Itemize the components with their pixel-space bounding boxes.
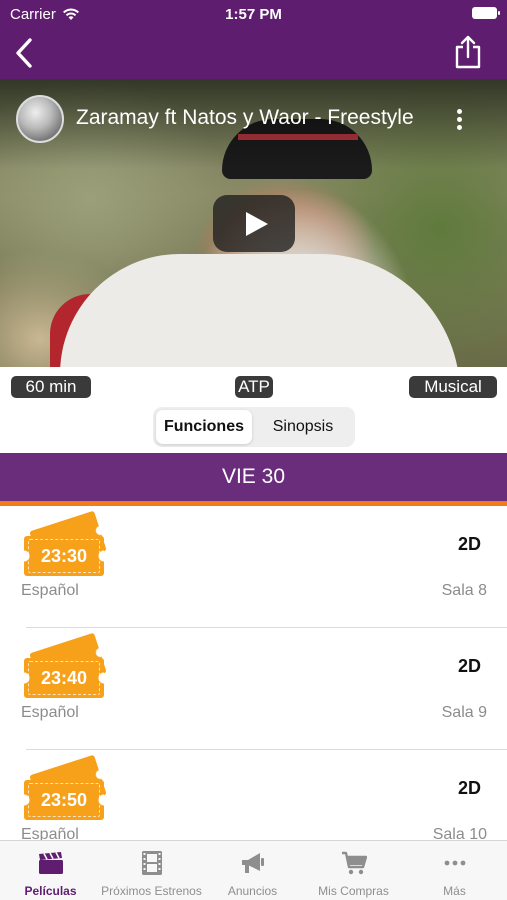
tab-label: Anuncios [227, 884, 278, 898]
tab-mis-compras[interactable]: Mis Compras [303, 841, 404, 900]
tab-label: Próximos Estrenos [101, 884, 202, 898]
day-header: VIE 30 [0, 453, 507, 501]
showtime-format: 2D [457, 778, 481, 798]
tab-label: Películas [24, 884, 77, 898]
tab-bar: Películas Próximos Estrenos Anuncios Mis… [0, 840, 507, 900]
back-button[interactable] [10, 36, 40, 70]
battery-icon [472, 7, 500, 19]
video-player[interactable]: Zaramay ft Natos y Waor - Freestyle [0, 79, 507, 367]
chevron-left-icon [16, 38, 32, 68]
clapperboard-icon [39, 852, 63, 874]
showtime-row[interactable]: 23:50 2D Español Sala 10 [0, 750, 507, 840]
more-vertical-icon[interactable] [451, 109, 467, 137]
tab-mas[interactable]: Más [404, 841, 505, 900]
top-bar: Carrier 1:57 PM [0, 0, 507, 79]
ticket-icon: 23:40 [22, 632, 107, 702]
video-title[interactable]: Zaramay ft Natos y Waor - Freestyle [76, 106, 446, 130]
ticket-icon: 23:50 [22, 754, 107, 824]
rating-badge: ATP [235, 376, 273, 398]
status-bar: Carrier 1:57 PM [0, 0, 507, 28]
more-horizontal-icon [444, 860, 466, 866]
tab-label: Más [443, 884, 466, 898]
genre-badge: Musical [409, 376, 497, 398]
showtime-format: 2D [457, 656, 481, 676]
share-icon [455, 35, 481, 69]
showtime-language: Español [21, 826, 79, 840]
status-time: 1:57 PM [225, 6, 282, 23]
showtime-row[interactable]: 23:30 2D Español Sala 8 [0, 506, 507, 628]
showtime-language: Español [21, 582, 79, 599]
showtime-time: 23:40 [24, 658, 104, 698]
duration-badge: 60 min [11, 376, 91, 398]
tab-label: Mis Compras [318, 884, 389, 898]
tab-sinopsis[interactable]: Sinopsis [254, 410, 352, 444]
tab-peliculas[interactable]: Películas [0, 841, 101, 900]
share-button[interactable] [453, 34, 483, 70]
film-strip-icon [142, 851, 162, 875]
showtime-language: Español [21, 704, 79, 721]
segmented-control: Funciones Sinopsis [153, 407, 355, 447]
app-screen: Carrier 1:57 PM Zaramay ft Natos y Waor … [0, 0, 507, 900]
showtime-format: 2D [457, 534, 481, 554]
tab-proximos-estrenos[interactable]: Próximos Estrenos [101, 841, 202, 900]
showtime-row[interactable]: 23:40 2D Español Sala 9 [0, 628, 507, 750]
showtimes-list: 23:30 2D Español Sala 8 23:40 2D Español… [0, 506, 507, 840]
tab-anuncios[interactable]: Anuncios [202, 841, 303, 900]
cart-icon [342, 851, 367, 875]
showtime-room: Sala 10 [432, 826, 487, 840]
channel-avatar[interactable] [16, 95, 64, 143]
play-button[interactable] [213, 195, 295, 252]
showtime-room: Sala 9 [441, 704, 487, 721]
showtime-time: 23:30 [24, 536, 104, 576]
video-frame-subject [60, 254, 460, 367]
tab-funciones[interactable]: Funciones [156, 410, 252, 444]
ticket-icon: 23:30 [22, 510, 107, 580]
showtime-time: 23:50 [24, 780, 104, 820]
showtime-room: Sala 8 [441, 582, 487, 599]
megaphone-icon [242, 853, 264, 873]
